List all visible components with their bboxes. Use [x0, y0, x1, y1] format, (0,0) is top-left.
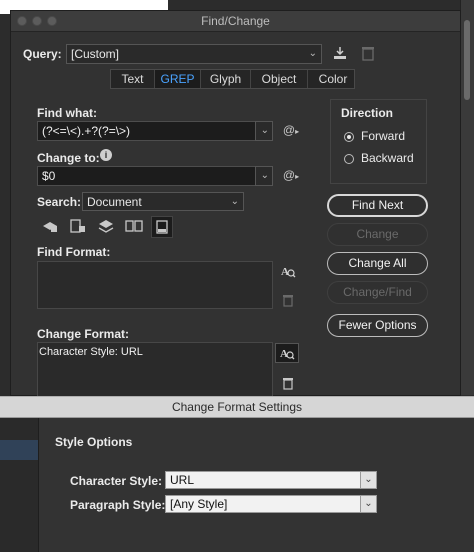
chevron-down-icon[interactable]: ⌄: [360, 471, 377, 489]
chevron-down-icon: ⌄: [230, 196, 239, 207]
paragraph-style-dropdown[interactable]: [Any Style]: [165, 495, 361, 513]
include-locked-layers-icon[interactable]: [41, 219, 59, 235]
style-options-heading: Style Options: [55, 435, 133, 449]
tab-color[interactable]: Color: [308, 70, 358, 88]
direction-label: Direction: [341, 106, 394, 120]
find-format-label: Find Format:: [37, 245, 111, 259]
clear-find-format-trash-icon[interactable]: [281, 293, 295, 307]
change-to-label: Change to:: [37, 151, 100, 165]
query-dropdown[interactable]: [Custom] ⌄: [66, 44, 322, 64]
background-scrollbar-thumb[interactable]: [464, 20, 470, 100]
query-label: Query:: [23, 47, 62, 61]
tab-glyph[interactable]: Glyph: [201, 70, 251, 88]
forward-label[interactable]: Forward: [361, 129, 405, 143]
paragraph-style-value: [Any Style]: [170, 497, 228, 511]
include-master-pages-icon[interactable]: [125, 219, 143, 235]
chevron-down-icon[interactable]: ⌄: [360, 495, 377, 513]
include-footnotes-icon[interactable]: [151, 216, 173, 238]
special-characters-icon[interactable]: @▸: [281, 123, 301, 137]
change-format-settings-title: Change Format Settings: [171, 400, 303, 414]
character-style-dropdown[interactable]: URL: [165, 471, 361, 489]
character-style-value: URL: [170, 473, 195, 487]
info-icon[interactable]: i: [100, 149, 112, 161]
change-format-settings-titlebar: Change Format Settings: [0, 396, 474, 418]
find-next-button[interactable]: Find Next: [327, 194, 428, 217]
category-list-selected-item[interactable]: [0, 440, 38, 460]
search-label: Search:: [37, 195, 82, 209]
find-format-box[interactable]: [37, 261, 273, 309]
change-to-value: $0: [42, 169, 56, 183]
find-what-value: (?<=\<).+?(?=\>): [42, 124, 131, 138]
change-to-field[interactable]: $0: [37, 166, 273, 186]
change-to-dropdown[interactable]: ⌄: [255, 166, 273, 186]
include-hidden-layers-icon[interactable]: [97, 219, 115, 235]
backward-radio[interactable]: [344, 154, 354, 164]
search-dropdown[interactable]: Document ⌄: [82, 192, 244, 211]
search-value: Document: [87, 195, 142, 209]
window-title: Find/Change: [201, 14, 270, 28]
change-format-value: Character Style: URL: [39, 346, 143, 358]
find-what-dropdown[interactable]: ⌄: [255, 121, 273, 141]
change-find-button[interactable]: Change/Find: [327, 281, 428, 304]
change-all-button[interactable]: Change All: [327, 252, 428, 275]
title-bar: Find/Change: [11, 11, 460, 32]
character-style-label: Character Style:: [70, 474, 163, 488]
chevron-down-icon: ⌄: [260, 125, 269, 136]
category-list[interactable]: [0, 418, 39, 552]
find-what-label: Find what:: [37, 106, 97, 120]
change-format-label: Change Format:: [37, 327, 130, 341]
forward-radio[interactable]: [344, 132, 354, 142]
special-characters-icon[interactable]: @▸: [281, 168, 301, 182]
find-change-window: Find/Change Query: [Custom] ⌄ Text GREP …: [10, 10, 461, 397]
paragraph-style-label: Paragraph Style:: [70, 498, 166, 512]
tab-bar: Text GREP Glyph Object Color: [110, 69, 355, 89]
tab-object[interactable]: Object: [251, 70, 308, 88]
specify-attributes-icon[interactable]: A: [275, 343, 299, 363]
chevron-down-icon: ⌄: [260, 170, 269, 181]
tab-grep[interactable]: GREP: [155, 70, 201, 88]
include-locked-stories-icon[interactable]: [69, 219, 87, 235]
backward-label[interactable]: Backward: [361, 151, 414, 165]
trash-icon[interactable]: [359, 45, 377, 63]
find-what-field[interactable]: (?<=\<).+?(?=\>): [37, 121, 273, 141]
change-format-box[interactable]: Character Style: URL: [37, 342, 273, 397]
specify-attributes-icon[interactable]: A: [279, 263, 297, 279]
fewer-options-button[interactable]: Fewer Options: [327, 314, 428, 337]
query-value: [Custom]: [71, 47, 120, 61]
clear-change-format-trash-icon[interactable]: [281, 376, 295, 390]
save-query-icon[interactable]: [331, 45, 349, 63]
chevron-down-icon: ⌄: [308, 48, 317, 59]
tab-text[interactable]: Text: [111, 70, 155, 88]
change-button[interactable]: Change: [327, 223, 428, 246]
